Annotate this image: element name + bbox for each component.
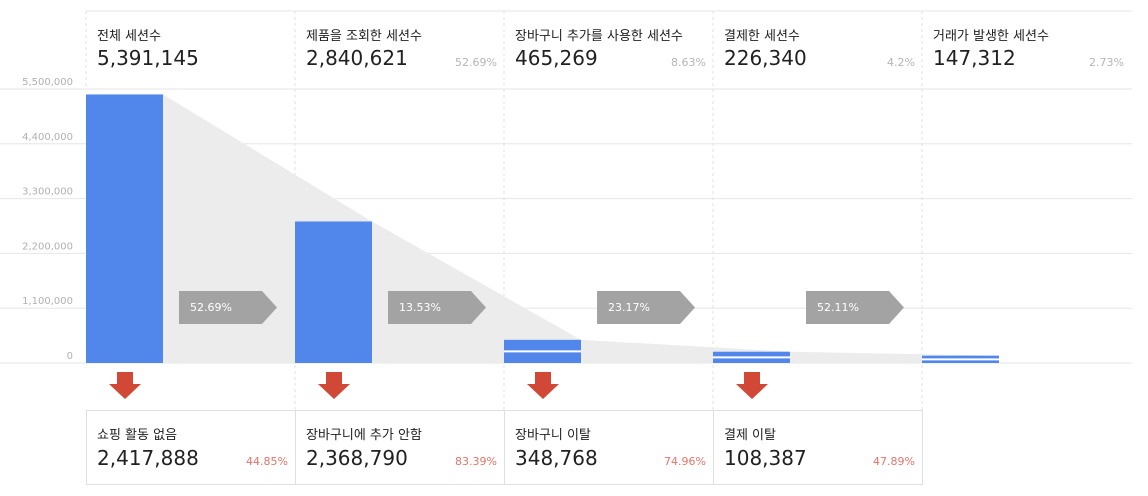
y-tick-label: 1,100,000 — [22, 296, 73, 307]
stage-percent: 8.63% — [671, 56, 706, 69]
y-tick-label: 4,400,000 — [22, 132, 73, 143]
dropoff-value: 2,368,790 — [306, 446, 408, 470]
dropoff-value: 348,768 — [515, 446, 598, 470]
stage-value: 147,312 — [933, 46, 1016, 70]
dropoff-percent: 47.89% — [873, 455, 915, 468]
stage-percent: 52.69% — [455, 56, 497, 69]
y-tick-label: 3,300,000 — [22, 187, 73, 198]
funnel-bar — [295, 221, 372, 363]
conversion-rate: 13.53% — [399, 301, 441, 314]
funnel-bar — [86, 94, 163, 363]
y-tick-label: 5,500,000 — [22, 77, 73, 88]
dropoff-title: 장바구니 이탈 — [515, 428, 591, 443]
stage-title: 제품을 조회한 세션수 — [306, 29, 422, 44]
conversion-rate: 52.11% — [817, 301, 859, 314]
conversion-rate: 52.69% — [190, 301, 232, 314]
dropoff-percent: 83.39% — [455, 455, 497, 468]
dropoff-arrow — [736, 372, 768, 399]
dropoff-percent: 44.85% — [246, 455, 288, 468]
dropoff-title: 결제 이탈 — [724, 428, 776, 443]
stage-value: 226,340 — [724, 46, 807, 70]
y-tick-label: 0 — [67, 351, 73, 362]
stage-percent: 2.73% — [1089, 56, 1124, 69]
dropoff-title: 쇼핑 활동 없음 — [97, 428, 177, 443]
dropoff-value: 108,387 — [724, 446, 807, 470]
stage-value: 2,840,621 — [306, 46, 408, 70]
dropoff-arrow — [527, 372, 559, 399]
stage-title: 거래가 발생한 세션수 — [933, 29, 1049, 44]
stage-value: 465,269 — [515, 46, 598, 70]
stage-title: 전체 세션수 — [97, 29, 161, 44]
dropoff-title: 장바구니에 추가 안함 — [306, 428, 422, 443]
stage-title: 장바구니 추가를 사용한 세션수 — [515, 29, 683, 44]
conversion-rate: 23.17% — [608, 301, 650, 314]
dropoff-percent: 74.96% — [664, 455, 706, 468]
stage-title: 결제한 세션수 — [724, 29, 800, 44]
dropoff-arrow — [109, 372, 141, 399]
funnel-chart: 5,500,000 4,400,000 3,300,000 2,200,000 1,10… — [0, 10, 1132, 485]
dropoff-value: 2,417,888 — [97, 446, 199, 470]
dropoff-arrow — [318, 372, 350, 399]
stage-percent: 4.2% — [887, 56, 915, 69]
stage-value: 5,391,145 — [97, 46, 199, 70]
y-tick-label: 2,200,000 — [22, 241, 73, 252]
